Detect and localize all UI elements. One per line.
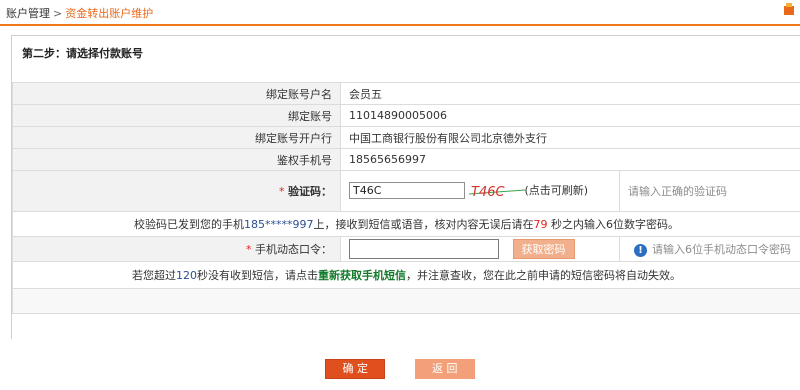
form-panel: 第二步：请选择付款账号 绑定账号户名 会员五 绑定账号 110148900050… [11, 35, 800, 339]
dynamic-password-input[interactable] [349, 238, 499, 259]
account-form-table: 绑定账号户名 会员五 绑定账号 11014890005006 绑定账号开户行 中… [12, 82, 800, 314]
row-bind-bank: 绑定账号开户行 中国工商银行股份有限公司北京德外支行 [12, 126, 800, 149]
resend-prefix: 若您超过 [132, 269, 176, 282]
captcha-image-text: T46C [471, 185, 505, 199]
captcha-cell: T46C (点击可刷新) [340, 170, 620, 212]
sms-notice-phone: 185*****997 [244, 218, 314, 231]
info-icon: ! [634, 243, 647, 257]
resend-seconds: 120 [176, 269, 197, 282]
required-star: * [279, 185, 285, 198]
row-dynamic-password: * 手机动态口令： 获取密码 ! 请输入6位手机动态口令密码 [12, 236, 800, 262]
captcha-refresh-link[interactable]: (点击可刷新) [525, 184, 589, 197]
auth-phone-value: 18565656997 [340, 148, 800, 171]
captcha-image[interactable]: T46C [468, 183, 525, 199]
sms-countdown: 79 [533, 218, 548, 231]
bind-account-value: 11014890005006 [340, 104, 800, 127]
captcha-hint: 请输入正确的验证码 [619, 170, 800, 212]
resend-suffix: ，并注意查收，您在此之前申请的短信密码将自动失效。 [406, 269, 681, 282]
confirm-button[interactable]: 确 定 [325, 359, 386, 379]
resend-sms-link[interactable]: 重新获取手机短信 [318, 269, 406, 282]
sms-notice-prefix: 校验码已发到您的手机 [134, 218, 244, 231]
row-sms-notice: 校验码已发到您的手机185*****997上，接收到短信或语音，核对内容无误后请… [12, 211, 800, 237]
row-bind-name: 绑定账号户名 会员五 [12, 82, 800, 105]
sms-notice-middle: 上，接收到短信或语音，核对内容无误后请在 [313, 218, 534, 231]
header-divider [0, 24, 800, 26]
back-button[interactable]: 返 回 [414, 359, 475, 379]
dyn-label: 手机动态口令： [255, 243, 332, 256]
captcha-input[interactable] [349, 182, 465, 199]
bind-name-value: 会员五 [340, 82, 800, 105]
empty-row [12, 288, 800, 314]
captcha-label: 验证码： [288, 185, 332, 198]
required-star: * [246, 243, 252, 256]
row-bind-account: 绑定账号 11014890005006 [12, 104, 800, 127]
dyn-label-cell: * 手机动态口令： [12, 236, 341, 262]
auth-phone-label: 鉴权手机号 [12, 148, 341, 171]
row-empty [12, 288, 800, 314]
bookmark-icon[interactable] [782, 2, 796, 16]
dyn-input-cell: 获取密码 [340, 236, 620, 262]
bind-bank-value: 中国工商银行股份有限公司北京德外支行 [340, 126, 800, 149]
breadcrumb-separator: > [53, 7, 63, 20]
row-captcha: * 验证码： T46C (点击可刷新) 请输入正确的验证码 [12, 170, 800, 212]
get-password-button[interactable]: 获取密码 [512, 239, 575, 260]
row-auth-phone: 鉴权手机号 18565656997 [12, 148, 800, 171]
sms-notice: 校验码已发到您的手机185*****997上，接收到短信或语音，核对内容无误后请… [12, 211, 800, 237]
breadcrumb-parent[interactable]: 账户管理 [6, 7, 50, 20]
bind-bank-label: 绑定账号开户行 [12, 126, 341, 149]
action-buttons: 确 定 返 回 [0, 359, 800, 379]
bind-account-label: 绑定账号 [12, 104, 341, 127]
dyn-hint: 请输入6位手机动态口令密码 [652, 243, 791, 256]
dyn-hint-cell: ! 请输入6位手机动态口令密码 [619, 236, 800, 262]
captcha-label-cell: * 验证码： [12, 170, 341, 212]
step-title: 第二步：请选择付款账号 [22, 47, 143, 60]
breadcrumb: 账户管理 > 资金转出账户维护 [6, 5, 153, 21]
resend-middle: 秒没有收到短信，请点击 [197, 269, 318, 282]
breadcrumb-current: 资金转出账户维护 [65, 7, 154, 20]
row-resend-notice: 若您超过120秒没有收到短信，请点击重新获取手机短信，并注意查收，您在此之前申请… [12, 261, 800, 289]
sms-notice-suffix: 秒之内输入6位数字密码。 [547, 218, 679, 231]
resend-notice: 若您超过120秒没有收到短信，请点击重新获取手机短信，并注意查收，您在此之前申请… [12, 261, 800, 289]
bind-name-label: 绑定账号户名 [12, 82, 341, 105]
